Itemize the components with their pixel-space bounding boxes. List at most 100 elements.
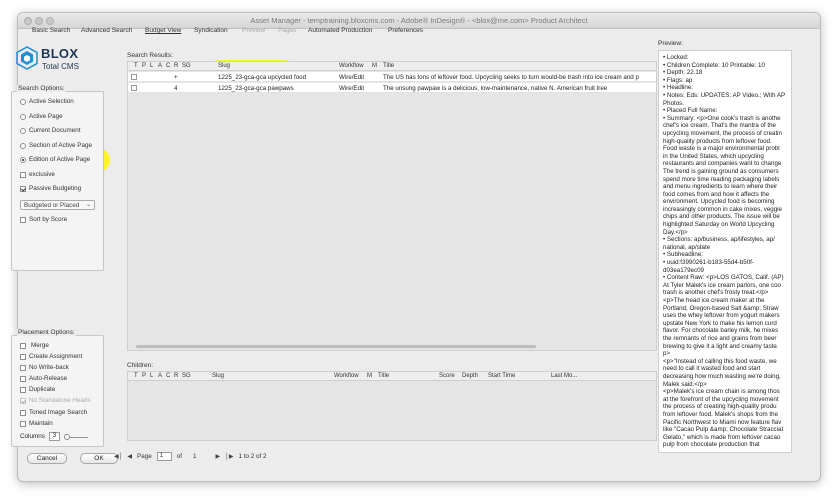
checkbox-indicator[interactable]: [20, 216, 26, 223]
radio-indicator[interactable]: [20, 127, 26, 134]
tab-preferences[interactable]: Preferences: [388, 27, 423, 34]
preview-pane: • Locked: • Children Complete: 10 Printab…: [658, 50, 792, 453]
last-page-icon[interactable]: │▶: [225, 453, 233, 460]
checkbox-sort-by-score[interactable]: Sort by Score: [20, 216, 67, 223]
tab-syndication[interactable]: Syndication: [194, 27, 228, 34]
col-header-start-time[interactable]: Start Time: [488, 373, 515, 379]
checkbox-exclusive[interactable]: exclusive: [20, 171, 55, 178]
horizontal-scrollbar[interactable]: [136, 345, 536, 348]
col-header-title[interactable]: Title: [378, 373, 389, 379]
next-page-icon[interactable]: ▶: [216, 453, 221, 460]
budget-filter-select[interactable]: Budgeted or Placed ⌄: [20, 200, 95, 210]
col-header-score[interactable]: Score: [439, 373, 455, 379]
preview-line: upstate New York to make his lemon curd: [663, 319, 777, 327]
ok-button[interactable]: OK: [80, 453, 118, 464]
radio-active-page[interactable]: Active Page: [20, 113, 63, 120]
page-number-input[interactable]: 1: [156, 452, 172, 461]
col-header-t[interactable]: T: [134, 373, 138, 379]
result-row[interactable]: 4 1225_23-gca-gca pawpaws Wire/Edit The …: [128, 83, 656, 93]
checkbox-label: Sort by Score: [29, 216, 68, 223]
preview-line: from leftover food. Malek's shops from t…: [663, 410, 779, 418]
preview-line: Gelato," which is made from leftover cac…: [663, 433, 781, 441]
cancel-button[interactable]: Cancel: [27, 453, 67, 464]
col-header-a[interactable]: A: [158, 373, 162, 379]
slider-knob[interactable]: [63, 433, 70, 440]
col-header-title[interactable]: Title: [383, 63, 394, 69]
blox-logo-icon: [16, 46, 38, 70]
result-row[interactable]: + 1225_23-gca-gca upcycled food Wire/Edi…: [128, 72, 656, 82]
tab-advanced-search[interactable]: Advanced Search: [81, 27, 132, 34]
col-header-r[interactable]: R: [174, 373, 178, 379]
radio-indicator[interactable]: [20, 98, 26, 105]
col-header-c[interactable]: C: [166, 373, 170, 379]
preview-line: spend more time reading packaging labels: [663, 175, 780, 183]
checkbox-indicator[interactable]: [20, 171, 26, 178]
checkbox-indicator[interactable]: [20, 386, 26, 393]
col-header-slug[interactable]: Slug: [218, 63, 230, 69]
preview-line: the remnants of rice and grains from bee…: [663, 334, 777, 342]
result-range: 1 to 2 of 2: [238, 453, 267, 460]
checkbox-merge[interactable]: Merge: [20, 342, 49, 349]
col-header-p[interactable]: P: [142, 63, 146, 69]
checkbox-indicator[interactable]: [20, 364, 26, 371]
columns-input[interactable]: 3: [48, 432, 60, 441]
col-header-m[interactable]: M: [372, 63, 377, 69]
tab-basic-search[interactable]: Basic Search: [32, 27, 70, 34]
row-workflow: Wire/Edit: [339, 85, 365, 92]
col-header-sg[interactable]: SG: [182, 63, 191, 69]
col-header-workflow[interactable]: Workflow: [339, 63, 364, 69]
checkbox-maintain[interactable]: Maintain: [20, 420, 53, 427]
col-header-t[interactable]: T: [134, 63, 138, 69]
row-checkbox[interactable]: [131, 74, 137, 80]
radio-label: Edition of Active Page: [29, 156, 91, 163]
radio-section-of-active-page[interactable]: Section of Active Page: [20, 142, 92, 149]
preview-line: environment. Upcycled food is becoming: [663, 198, 775, 206]
radio-edition-of-active-page[interactable]: Edition of Active Page: [20, 156, 90, 163]
placement-options-title: Placement Options:: [17, 329, 76, 336]
col-header-r[interactable]: R: [174, 63, 178, 69]
preview-title: Preview:: [658, 40, 683, 47]
checkbox-indicator[interactable]: [20, 409, 26, 416]
checkbox-label: Merge: [31, 342, 49, 349]
tab-budget-view[interactable]: Budget View: [145, 27, 181, 34]
col-header-depth[interactable]: Depth: [462, 373, 478, 379]
radio-indicator[interactable]: [20, 142, 26, 149]
col-header-m[interactable]: M: [367, 373, 372, 379]
col-header-p[interactable]: P: [142, 373, 146, 379]
col-header-l[interactable]: L: [150, 63, 153, 69]
previous-page-icon[interactable]: ◀: [127, 453, 132, 460]
checkbox-indicator[interactable]: [20, 185, 26, 192]
col-header-slug[interactable]: Slug: [212, 373, 224, 379]
checkbox-passive-budgeting[interactable]: Passive Budgeting: [20, 185, 81, 192]
checkbox-create-assignment[interactable]: Create Assignment: [20, 353, 82, 360]
checkbox-label: Toned Image Search: [29, 409, 88, 416]
col-header-workflow[interactable]: Workflow: [334, 373, 359, 379]
row-checkbox[interactable]: [131, 85, 137, 91]
checkbox-indicator[interactable]: [20, 342, 26, 349]
preview-line: Day.</p>: [663, 228, 688, 236]
radio-indicator[interactable]: [20, 113, 26, 120]
col-header-a[interactable]: A: [158, 63, 162, 69]
col-header-last-mod[interactable]: Last Mo...: [551, 373, 577, 379]
preview-line: d03ea179ec09: [663, 266, 704, 274]
columns-slider[interactable]: [63, 433, 88, 440]
checkbox-no-write-back[interactable]: No Write-back: [20, 364, 69, 371]
preview-line: • Sections: ap/business, ap/lifestyles, …: [663, 236, 775, 244]
radio-current-document[interactable]: Current Document: [20, 127, 80, 134]
checkbox-indicator[interactable]: [20, 420, 26, 427]
first-page-icon[interactable]: ◀│: [114, 453, 122, 460]
radio-indicator[interactable]: [20, 156, 26, 163]
checkbox-duplicate[interactable]: Duplicate: [20, 386, 55, 393]
checkbox-indicator[interactable]: [20, 375, 26, 382]
checkbox-indicator[interactable]: [20, 353, 26, 360]
row-workflow: Wire/Edit: [339, 74, 365, 81]
checkbox-auto-release[interactable]: Auto-Release: [20, 375, 67, 382]
radio-active-selection[interactable]: Active Selection: [20, 98, 74, 105]
col-header-sg[interactable]: SG: [182, 373, 191, 379]
col-header-c[interactable]: C: [166, 63, 170, 69]
col-header-l[interactable]: L: [150, 373, 153, 379]
preview-line: <p>"Instead of calling this food waste, …: [663, 357, 777, 365]
checkbox-toned-image-search[interactable]: Toned Image Search: [20, 409, 87, 416]
total-pages: 1: [192, 453, 197, 460]
tab-automated-production[interactable]: Automated Production: [308, 27, 372, 34]
